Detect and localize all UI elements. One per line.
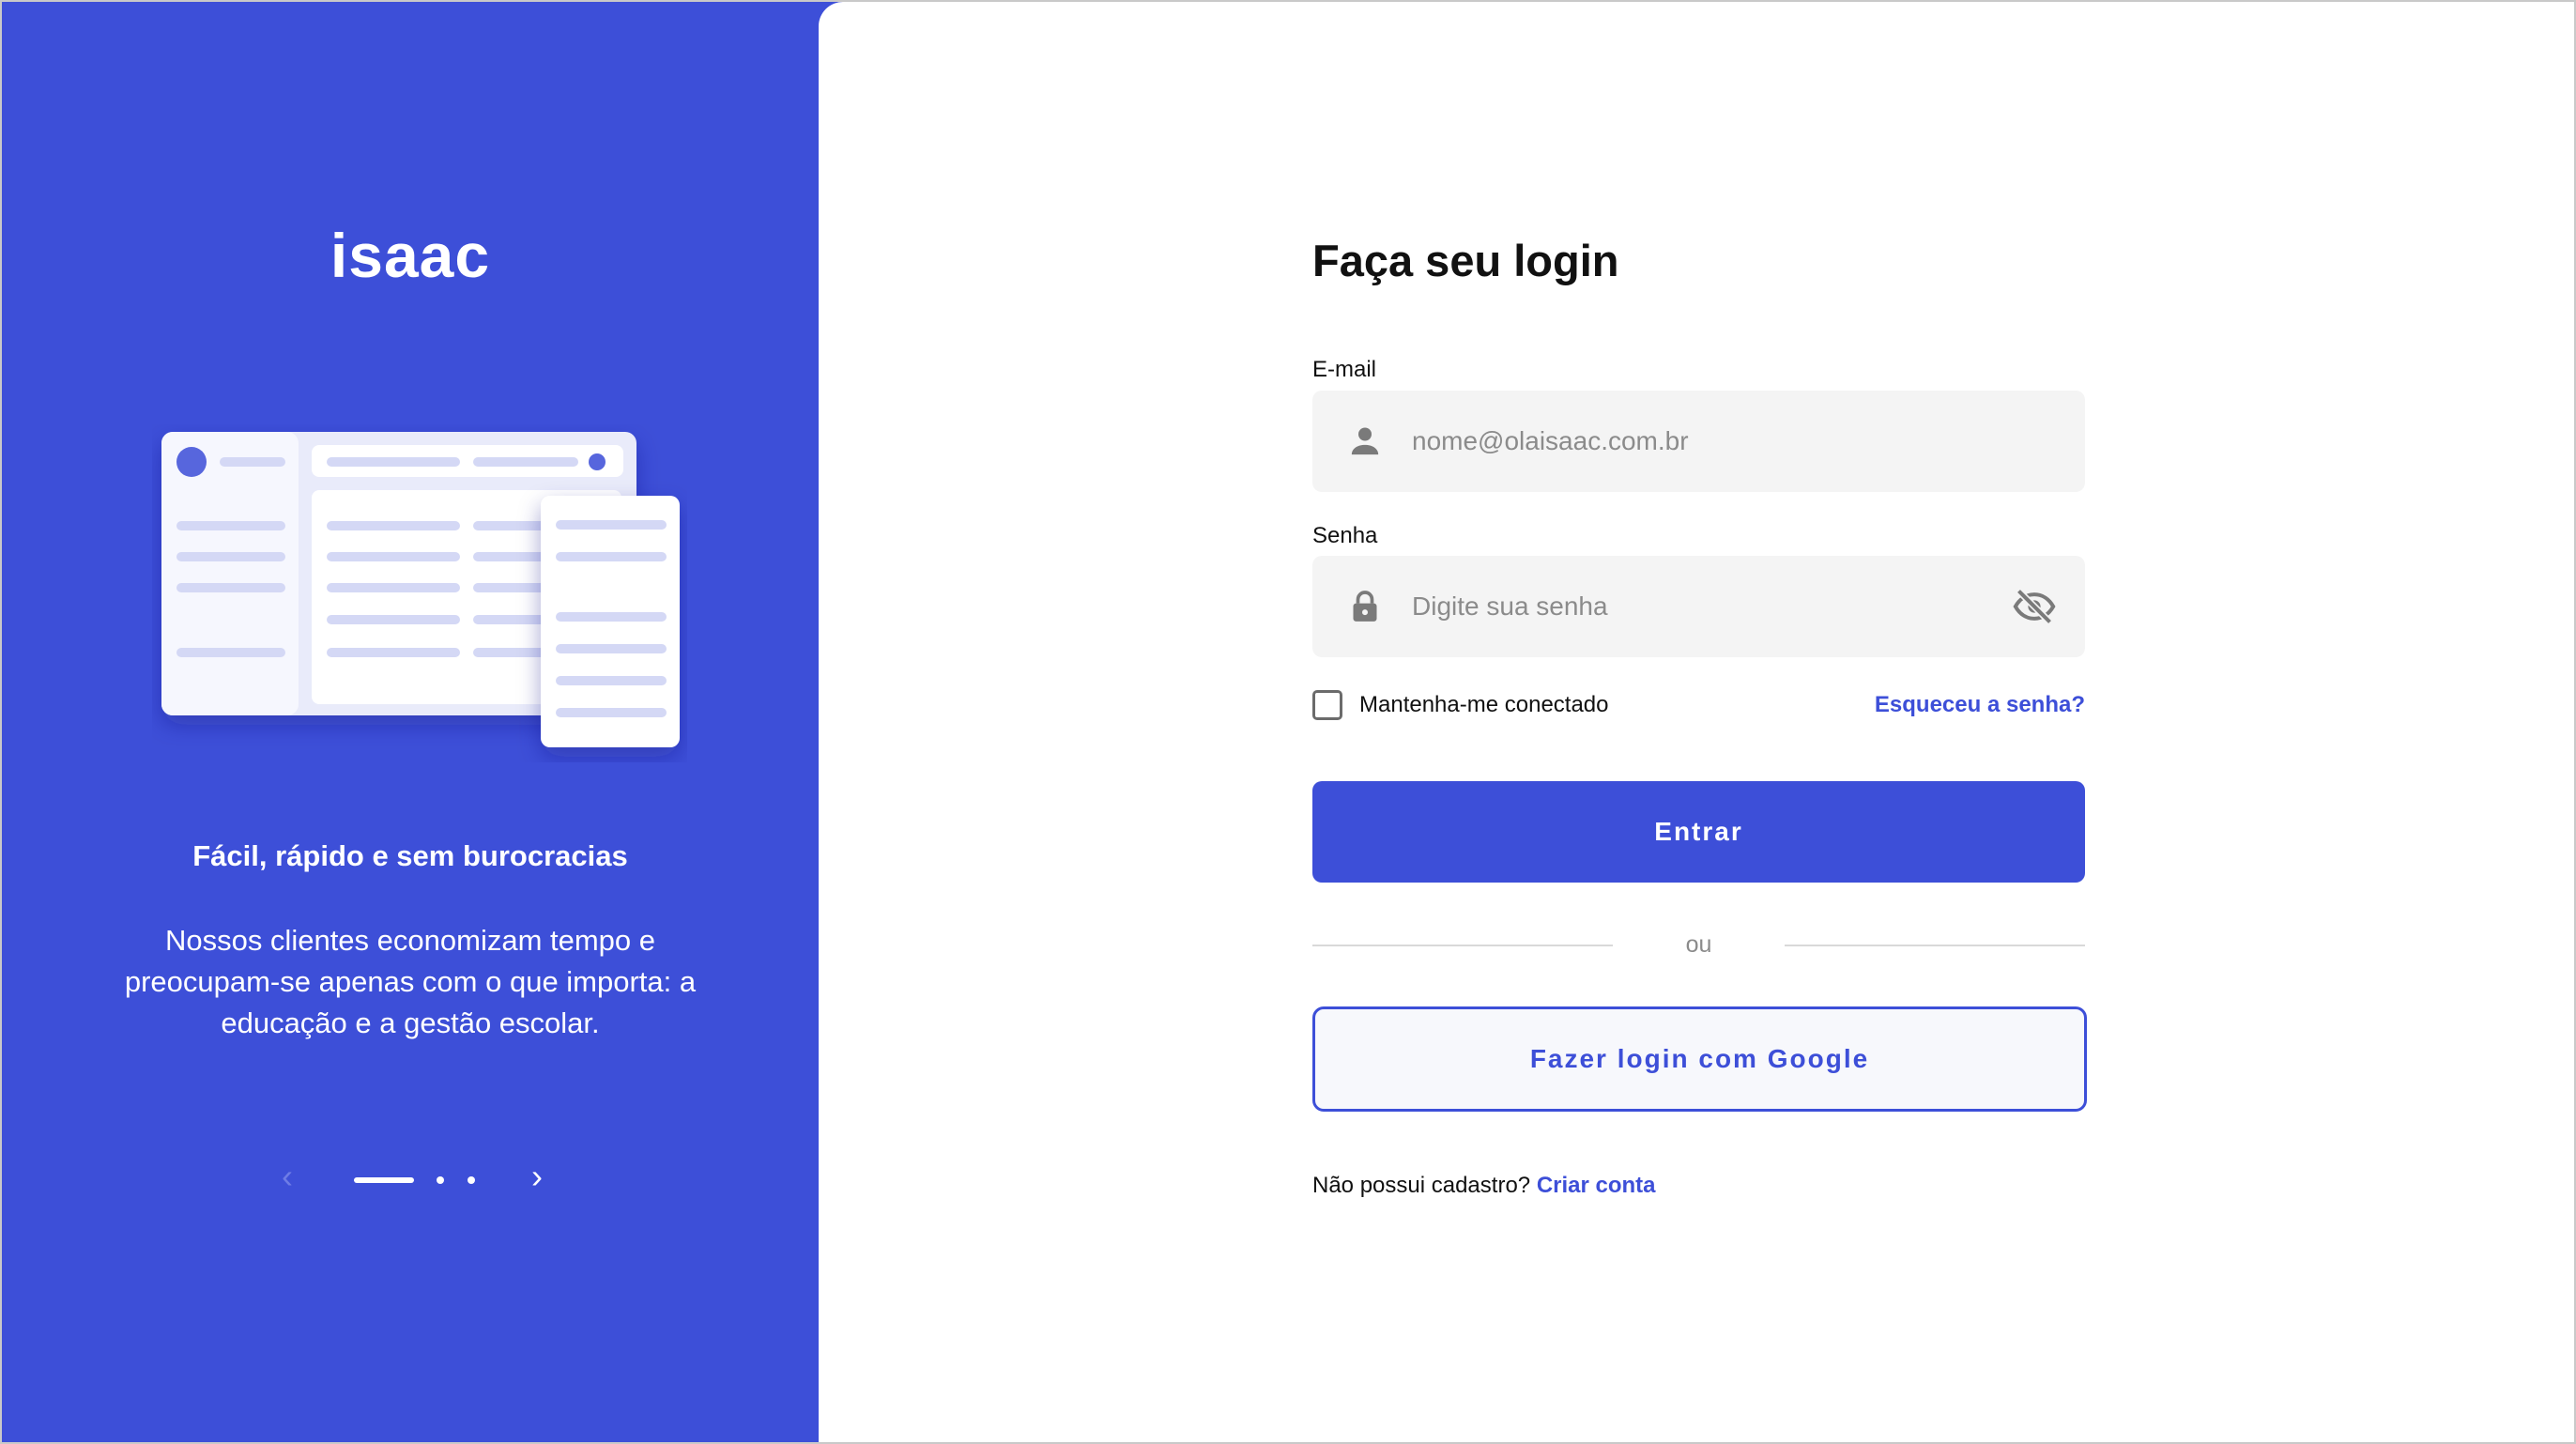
password-label: Senha — [1312, 523, 1378, 548]
promo-carousel: ‹ › — [2, 1160, 819, 1195]
user-icon — [1351, 427, 1379, 455]
page-title: Faça seu login — [1312, 236, 1619, 285]
password-input[interactable] — [1412, 556, 1994, 657]
login-screen: isaac Fácil, rápido e sem burocracias No… — [0, 0, 2576, 1444]
or-divider: ou — [1312, 931, 2085, 960]
chevron-left-icon[interactable]: ‹ — [270, 1160, 304, 1195]
isaac-logo: isaac — [330, 221, 491, 290]
dashboard-illustration-icon — [161, 432, 680, 747]
promo-tagline: Fácil, rápido e sem burocracias — [192, 839, 628, 872]
promo-panel: isaac Fácil, rápido e sem burocracias No… — [2, 2, 819, 1442]
chevron-right-icon[interactable]: › — [520, 1160, 554, 1195]
remember-me[interactable]: Mantenha-me conectado — [1312, 689, 1609, 721]
carousel-dot[interactable] — [468, 1176, 475, 1184]
carousel-dot-active[interactable] — [354, 1177, 414, 1183]
login-panel: Faça seu login E-mail Senha — [819, 2, 2574, 1442]
forgot-password-link[interactable]: Esqueceu a senha? — [1875, 692, 2085, 718]
login-button[interactable]: Entrar — [1312, 781, 2085, 883]
google-login-button[interactable]: Fazer login com Google — [1312, 1006, 2087, 1112]
create-account-link[interactable]: Criar conta — [1537, 1173, 1656, 1198]
email-label: E-mail — [1312, 357, 1377, 382]
promo-description: Nossos clientes economizam tempo e preoc… — [124, 924, 697, 1039]
password-field[interactable] — [1312, 556, 2085, 657]
remember-checkbox[interactable] — [1312, 690, 1342, 720]
divider-line — [1785, 945, 2085, 946]
carousel-dot[interactable] — [437, 1176, 444, 1184]
email-field[interactable] — [1312, 391, 2085, 492]
email-input[interactable] — [1412, 391, 1994, 492]
lock-icon — [1353, 591, 1377, 622]
remember-label: Mantenha-me conectado — [1359, 692, 1609, 717]
eye-off-icon[interactable] — [2012, 586, 2057, 627]
signup-text: Não possui cadastro? — [1312, 1173, 1531, 1198]
signup-prompt: Não possui cadastro? Criar conta — [1312, 1173, 1656, 1199]
